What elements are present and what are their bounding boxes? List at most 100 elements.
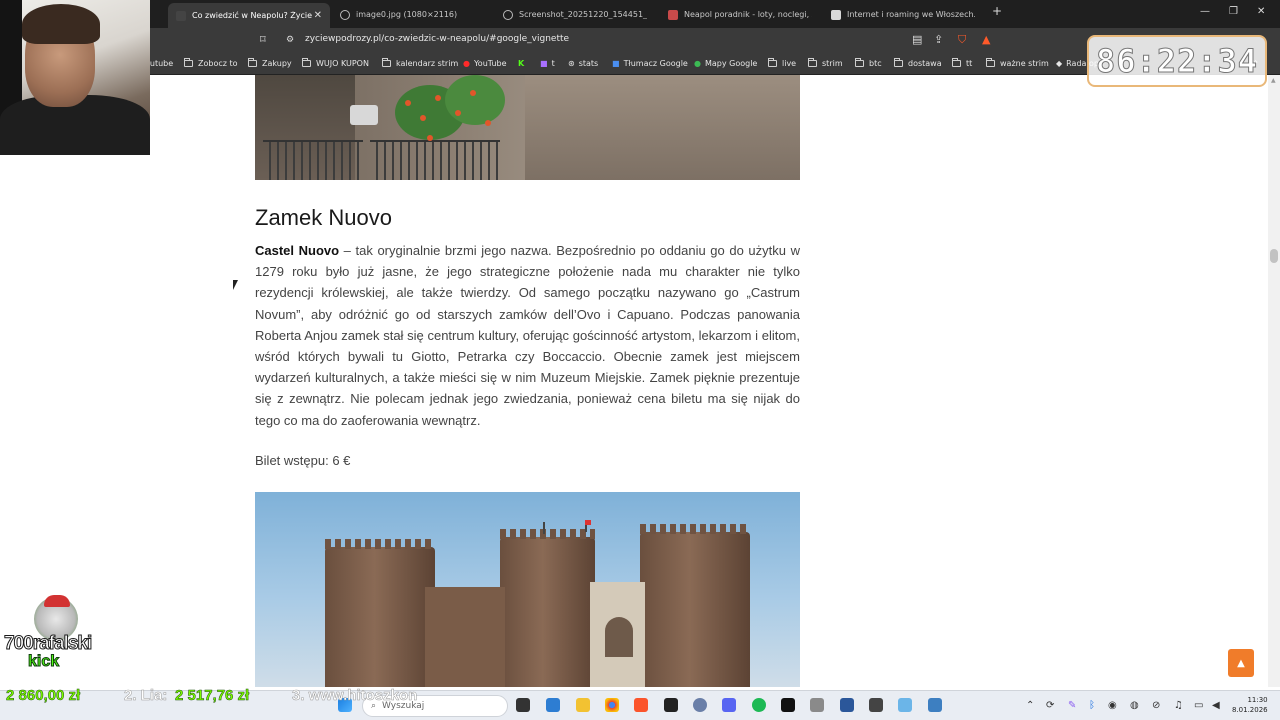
new-tab-button[interactable]: + [992,4,1002,18]
timer-value: 86:22:34 [1095,42,1259,81]
scroll-thumb[interactable] [1270,249,1278,263]
tab-label: Internet i roaming we Włoszech. Co v [847,10,975,19]
stream-timer: 86:22:34 [1087,35,1267,87]
folder-icon [184,58,193,67]
chevron-up-icon: ▲ [1237,657,1245,669]
bookmark-label: btc [869,59,882,68]
clock-date: 8.01.2026 [1232,706,1268,714]
kick-channel-logo: 700rafalski kick [3,595,104,675]
app-x-icon[interactable] [840,698,854,712]
widgets-icon[interactable] [546,698,560,712]
stats-icon: ⊛ [568,59,575,68]
ticket-price: Bilet wstępu: 6 € [255,453,351,468]
spotify-icon[interactable] [752,698,766,712]
bookmark-live[interactable]: live [768,58,796,68]
bookmark-youtube[interactable]: ● YouTube [463,59,507,68]
maximize-icon[interactable]: ❐ [1229,6,1238,17]
donation-ticker: 2 860,00 zł 2. Lia: 2 517,76 zł 3. www.h… [0,687,440,707]
site-favicon-icon [176,10,186,21]
folder-icon [382,58,391,67]
url-field[interactable]: zyciewpodrozy.pl/co-zwiedzic-w-neapolu/#… [305,34,569,44]
bookmark-maps[interactable]: ● Mapy Google [694,59,757,68]
brave-icon[interactable] [634,698,648,712]
bookmark-dostawa[interactable]: dostawa [894,58,942,68]
ticker-name-3: 3. www.hitoszkon [292,687,418,705]
volume-icon[interactable]: ◀ [1212,700,1220,711]
tray-chevron-icon[interactable]: ⌃ [1026,700,1034,711]
folder-icon [768,58,777,67]
bookmark-twitch[interactable]: ■ t [540,59,555,68]
street-balcony-image [255,75,800,180]
close-window-icon[interactable]: ✕ [1257,6,1265,17]
bookmark-label: stats [578,59,599,68]
site-favicon-icon [668,9,678,20]
bookmark-translate[interactable]: ■ Tłumacz Google [612,59,688,68]
youtube-icon: ● [463,59,470,68]
clock-time: 11:30 [1247,696,1268,704]
bookmark-wujo-kupon[interactable]: WUJO KUPON [302,58,369,68]
bookmark-strim[interactable]: strim [808,58,843,68]
minimize-icon[interactable]: — [1200,6,1210,17]
bookmark-wazne-strim[interactable]: ważne strim [986,58,1049,68]
davinci-icon[interactable] [869,698,883,712]
lead-bold: Castel Nuovo [255,243,340,258]
chrome-icon[interactable] [605,698,619,712]
tray-pen-icon[interactable]: ✎ [1068,700,1076,711]
bookmark-zakupy[interactable]: Zakupy [248,58,292,68]
app-icon[interactable] [693,698,707,712]
tray-sync-icon[interactable]: ⟳ [1046,700,1054,711]
folder-icon [248,58,257,67]
twitch-icon: ■ [540,59,548,68]
tab-internet-roaming[interactable]: Internet i roaming we Włoszech. Co v [823,4,983,25]
site-favicon-icon [831,9,841,20]
tray-vpn-icon[interactable]: ⊘ [1152,700,1160,711]
globe-icon [340,9,350,20]
bookmark-label: Zobocz to [198,59,238,68]
brave-shield-icon[interactable]: ⛉ [958,33,966,47]
network-icon[interactable]: ▭ [1194,700,1203,711]
notepad-icon[interactable] [898,698,912,712]
bookmark-tt[interactable]: tt [952,58,972,68]
folder-icon [952,58,961,67]
window-app-icon[interactable] [928,698,942,712]
scroll-up-icon[interactable]: ▲ [1271,77,1276,84]
bookmark-label: Zakupy [262,59,292,68]
bookmark-zobocz[interactable]: Zobocz to [184,58,238,68]
back-to-top-button[interactable]: ▲ [1228,649,1254,677]
game-icon[interactable] [781,698,795,712]
tab-active[interactable]: Co zwiedzić w Neapolu? Życie w ✕ [168,3,330,28]
bookmark-label: ważne strim [1000,59,1049,68]
platform-name: kick [27,653,60,671]
discord-icon[interactable] [722,698,736,712]
microphone-icon[interactable]: ♫ [1174,700,1183,711]
browser-tab-strip: Co zwiedzić w Neapolu? Życie w ✕ image0.… [0,0,1280,28]
close-tab-icon[interactable]: ✕ [314,10,322,21]
section-heading: Zamek Nuovo [255,205,392,230]
bookmark-kick[interactable]: K [518,59,524,68]
tab-screenshot[interactable]: Screenshot_20251220_154451_Chro [495,4,655,25]
reader-mode-icon[interactable]: ▤ [912,33,922,46]
folder-icon [855,58,864,67]
tab-label: Screenshot_20251220_154451_Chro [519,10,647,19]
bluetooth-icon[interactable]: ᛒ [1089,700,1095,711]
obs-icon[interactable] [664,698,678,712]
bookmark-label: YouTube [473,59,507,68]
share-icon[interactable]: ⇪ [934,33,943,46]
bookmark-stats[interactable]: ⊛ stats [568,59,598,68]
file-explorer-icon[interactable] [576,698,590,712]
task-view-icon[interactable] [516,698,530,712]
site-info-icon[interactable]: ⚙ [286,35,294,45]
tab-neapol-guide[interactable]: Neapol poradnik - loty, noclegi, zwie [660,4,820,25]
ticker-amount-2: 2 517,76 zł [175,687,250,705]
taskbar-clock[interactable]: 11:30 8.01.2026 [1232,695,1268,715]
bookmark-icon[interactable]: ⌑ [260,33,266,46]
calculator-icon[interactable] [810,698,824,712]
page-scrollbar[interactable]: ▲ [1268,75,1280,687]
steam-icon[interactable]: ◍ [1130,700,1139,711]
brave-rewards-icon[interactable]: ▲ [982,33,990,46]
bookmark-btc[interactable]: btc [855,58,882,68]
tray-app-icon[interactable]: ◉ [1108,700,1117,711]
bookmark-kalendarz[interactable]: kalendarz strim [382,58,458,68]
tab-image[interactable]: image0.jpg (1080×2116) [332,4,492,25]
tab-label: Neapol poradnik - loty, noclegi, zwie [684,10,812,19]
